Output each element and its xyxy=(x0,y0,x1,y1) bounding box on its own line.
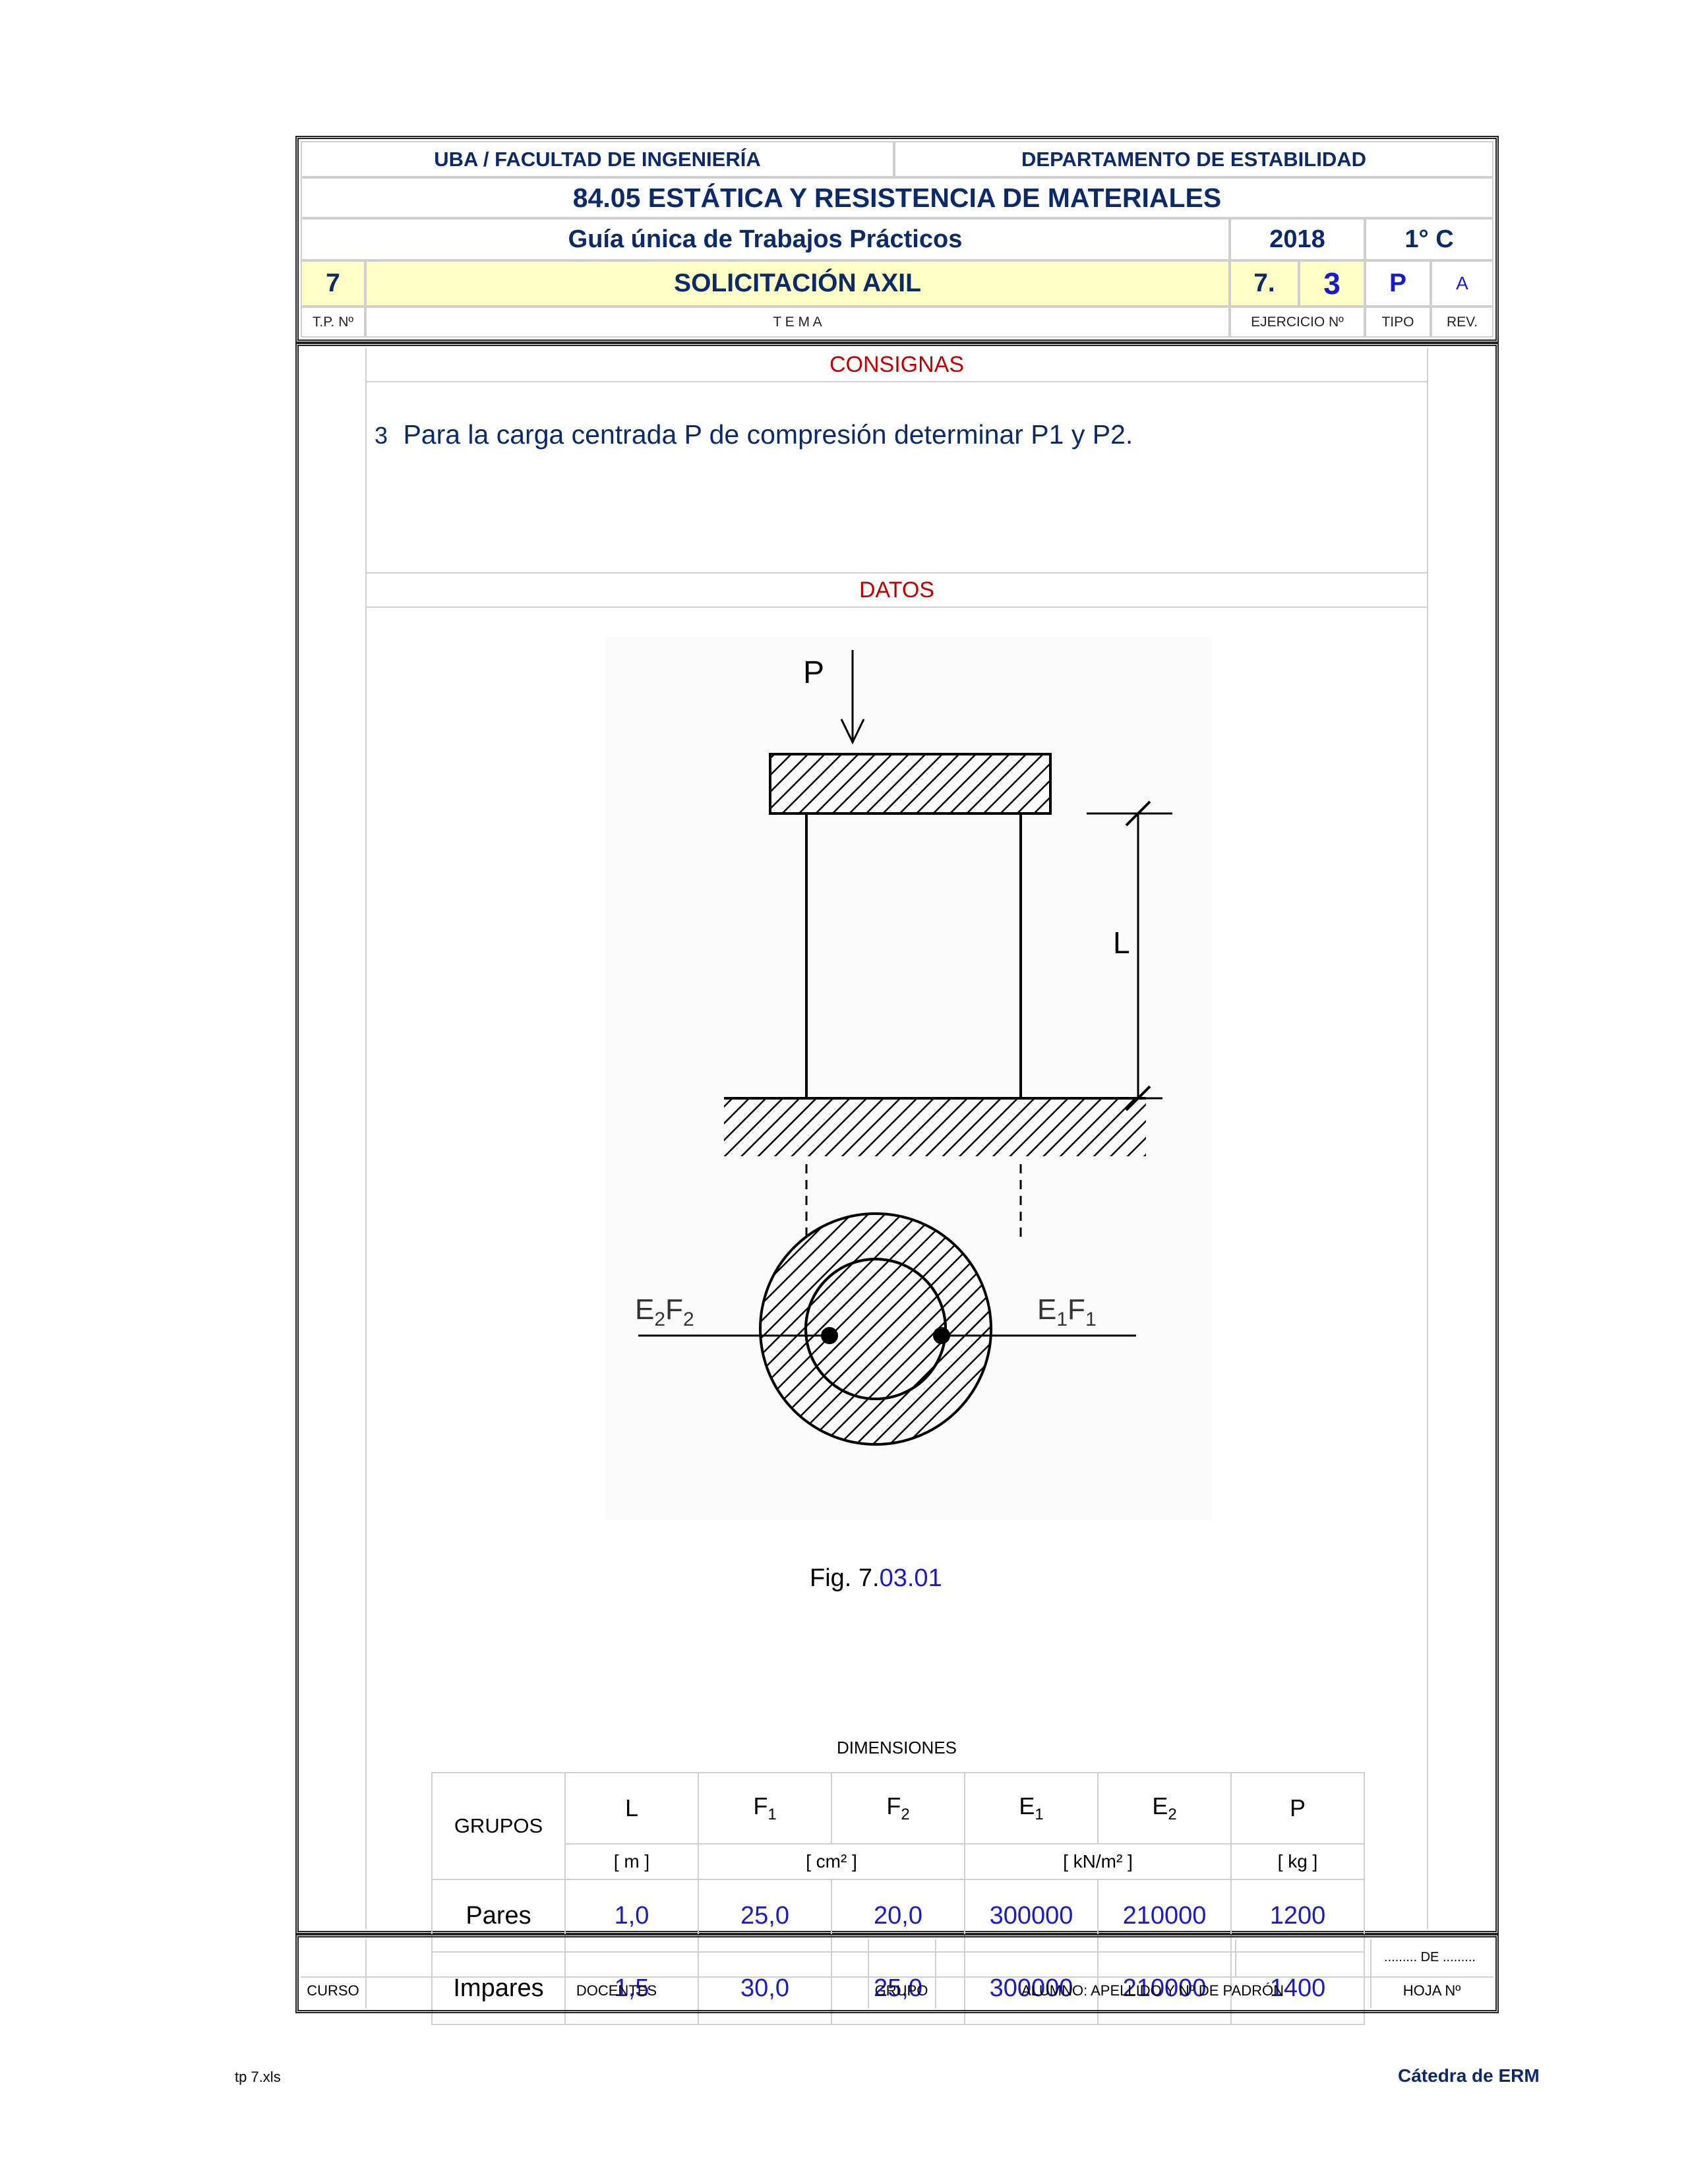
revision: A xyxy=(1431,260,1493,307)
load-label: P xyxy=(803,655,824,690)
exercise-prefix: 7. xyxy=(1230,260,1299,307)
label-tp: T.P. Nº xyxy=(301,307,365,338)
table-units-row: [ m ] [ cm² ] [ kN/m² ] [ kg ] xyxy=(432,1843,1365,1880)
consignas-number: 3 xyxy=(375,422,388,449)
year: 2018 xyxy=(1230,218,1365,260)
consignas-text: Para la carga centrada P de compresión d… xyxy=(403,419,1133,450)
groups-header: GRUPOS xyxy=(431,1772,566,1880)
figure-caption: Fig. 7.03.01 xyxy=(810,1564,942,1592)
column-figure: P L E2F2 E1F1 Fig. 7.03.01 xyxy=(605,637,1212,1592)
col-header-F2: F2 xyxy=(831,1772,965,1845)
footer-label-hoja: HOJA Nº xyxy=(1402,1982,1461,1999)
guide-title: Guía única de Trabajos Prácticos xyxy=(301,218,1230,260)
consignas-title: CONSIGNAS xyxy=(365,348,1428,382)
file-name: tp 7.xls xyxy=(235,2069,281,2085)
unit-F: [ cm² ] xyxy=(698,1843,965,1880)
university-name: UBA / FACULTAD DE INGENIERÍA xyxy=(301,141,894,177)
figure-caption-prefix: Fig. 7. xyxy=(810,1564,880,1592)
label-exercise: EJERCICIO Nº xyxy=(1230,307,1365,338)
col-header-E2: E2 xyxy=(1097,1772,1232,1845)
cross-section xyxy=(759,1212,992,1446)
tp-number: 7 xyxy=(301,260,365,307)
topic-title: SOLICITACIÓN AXIL xyxy=(365,260,1230,307)
ground-support xyxy=(724,1098,1146,1156)
exercise-type: P xyxy=(1365,260,1431,307)
col-header-E1: E1 xyxy=(964,1772,1099,1845)
length-label: L xyxy=(1113,926,1130,960)
footer-label-grupo: GRUPO xyxy=(874,1982,928,1999)
footer-label-curso: CURSO xyxy=(307,1982,359,1999)
consignas-statement: 3 Para la carga centrada P de compresión… xyxy=(375,419,1133,450)
unit-P: [ kg ] xyxy=(1230,1843,1365,1880)
leader-dot-left xyxy=(821,1327,838,1344)
datos-title: DATOS xyxy=(365,572,1428,608)
col-header-L: L xyxy=(564,1772,699,1845)
term: 1° C xyxy=(1365,218,1493,260)
dimensions-title: DIMENSIONES xyxy=(836,1738,957,1757)
exercise-number: 3 xyxy=(1299,260,1365,307)
top-plate xyxy=(769,753,1052,815)
label-revision: REV. xyxy=(1431,307,1493,338)
table-header-row: GRUPOS L F1 F2 E1 E2 P xyxy=(431,1772,1365,1880)
label-type: TIPO xyxy=(1365,307,1431,338)
footer-label-docentes: DOCENTES xyxy=(576,1982,657,1999)
unit-E: [ kN/m² ] xyxy=(964,1843,1232,1880)
chair-name: Cátedra de ERM xyxy=(1398,2065,1540,2086)
unit-L: [ m ] xyxy=(564,1843,699,1880)
figure-caption-number: 03.01 xyxy=(880,1564,942,1592)
course-title: 84.05 ESTÁTICA Y RESISTENCIA DE MATERIAL… xyxy=(301,177,1493,218)
leader-dot-right xyxy=(933,1327,950,1344)
label-topic: T E M A xyxy=(365,307,1230,338)
exercise-sheet: UBA / FACULTAD DE INGENIERÍA DEPARTAMENT… xyxy=(295,136,1499,2025)
col-header-F1: F1 xyxy=(698,1772,832,1845)
department-name: DEPARTAMENTO DE ESTABILIDAD xyxy=(894,141,1493,177)
col-header-P: P xyxy=(1230,1772,1365,1845)
footer-label-alumno: ALUMNO: APELLIDO Y Nº DE PADRÓN xyxy=(1021,1982,1284,1999)
sheet-of-field: ......... DE ......... xyxy=(1384,1950,1476,1964)
